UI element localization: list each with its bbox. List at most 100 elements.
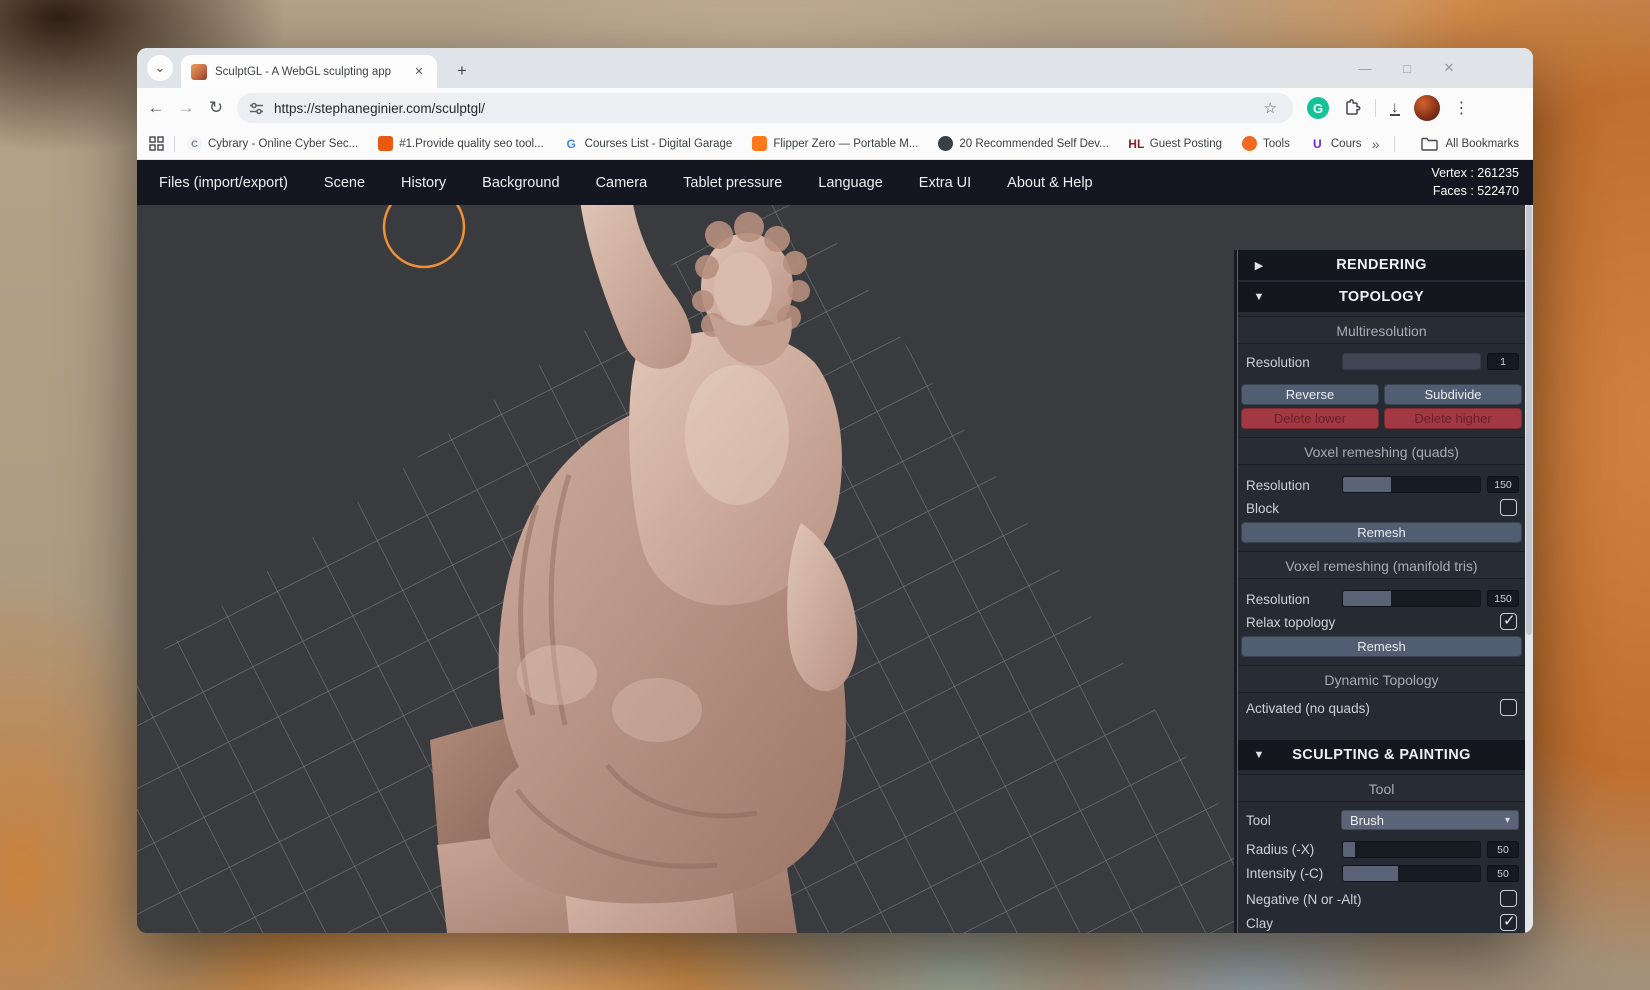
- voxel-tris-resolution-value: 150: [1487, 590, 1519, 607]
- back-icon[interactable]: ←: [141, 98, 171, 118]
- forward-icon[interactable]: →: [171, 98, 201, 118]
- bookmark-label: #1.Provide quality seo tool...: [399, 138, 543, 150]
- chevron-down-icon: ▾: [1505, 815, 1510, 826]
- bookmark-label: Guest Posting: [1150, 138, 1222, 150]
- activated-checkbox[interactable]: [1500, 699, 1517, 716]
- bookmarks-bar: C Cybrary - Online Cyber Sec... #1.Provi…: [137, 128, 1533, 160]
- profile-avatar[interactable]: [1414, 95, 1440, 121]
- subdivide-button[interactable]: Subdivide: [1384, 384, 1522, 405]
- site-settings-icon[interactable]: [249, 101, 264, 116]
- bookmark-item[interactable]: #1.Provide quality seo tool...: [378, 136, 543, 151]
- bookmarks-overflow-icon[interactable]: »: [1372, 136, 1380, 152]
- bookmark-item[interactable]: G Courses List - Digital Garage: [564, 136, 733, 151]
- menu-item[interactable]: Camera: [590, 171, 654, 195]
- grammarly-extension-icon[interactable]: G: [1307, 97, 1329, 119]
- page-scrollbar[interactable]: [1525, 205, 1533, 933]
- menu-item[interactable]: About & Help: [1001, 171, 1098, 195]
- topology-header[interactable]: ▼ TOPOLOGY: [1238, 282, 1525, 312]
- bookmark-label: Courses: [1331, 138, 1362, 150]
- browser-menu-icon[interactable]: ⋮: [1454, 98, 1470, 118]
- delete-lower-button[interactable]: Delete lower: [1241, 408, 1379, 429]
- new-tab-button[interactable]: +: [449, 58, 475, 84]
- tool-dropdown-value: Brush: [1350, 813, 1384, 828]
- tab-search-button[interactable]: ⌄: [147, 55, 173, 81]
- close-button[interactable]: ✕: [1441, 60, 1457, 76]
- minimize-button[interactable]: —: [1357, 61, 1373, 76]
- bookmark-favicon-icon: [938, 136, 953, 151]
- radius-value: 50: [1487, 841, 1519, 858]
- voxel-tris-resolution-slider[interactable]: [1342, 590, 1481, 607]
- negative-checkbox[interactable]: [1500, 890, 1517, 907]
- sculptgl-page: Files (import/export) Scene History Back…: [137, 160, 1533, 933]
- delete-higher-button[interactable]: Delete higher: [1384, 408, 1522, 429]
- bookmarks-separator: [174, 136, 175, 152]
- folder-icon: [1421, 137, 1438, 151]
- bookmark-star-icon[interactable]: ☆: [1264, 99, 1277, 117]
- app-menubar: Files (import/export) Scene History Back…: [137, 160, 1533, 205]
- multiresolution-subheader: Multiresolution: [1238, 316, 1525, 344]
- bookmark-item[interactable]: HL Guest Posting: [1129, 136, 1222, 151]
- expanded-arrow-icon: ▼: [1238, 749, 1280, 761]
- rendering-title: RENDERING: [1280, 257, 1483, 273]
- extensions-puzzle-icon[interactable]: [1343, 99, 1361, 117]
- voxel-tris-resolution-label: Resolution: [1246, 592, 1310, 607]
- multires-resolution-value: 1: [1487, 353, 1519, 370]
- bookmark-favicon-icon: [752, 136, 767, 151]
- block-checkbox[interactable]: [1500, 499, 1517, 516]
- bookmark-item[interactable]: Tools: [1242, 136, 1290, 151]
- negative-label: Negative (N or -Alt): [1246, 892, 1362, 907]
- reverse-button[interactable]: Reverse: [1241, 384, 1379, 405]
- all-bookmarks-button[interactable]: All Bookmarks: [1421, 137, 1520, 151]
- bookmark-label: Flipper Zero — Portable M...: [773, 138, 918, 150]
- desktop-wallpaper: ⌄ SculptGL - A WebGL sculpting app ✕ + —…: [0, 0, 1650, 990]
- apps-grid-icon[interactable]: [149, 136, 164, 151]
- menu-item[interactable]: Background: [476, 171, 565, 195]
- bookmarks-list: C Cybrary - Online Cyber Sec... #1.Provi…: [187, 136, 1362, 151]
- browser-toolbar: ← → ↻ ☆ G ↓ ⋮: [137, 88, 1533, 128]
- intensity-slider[interactable]: [1342, 865, 1481, 882]
- scrollbar-thumb[interactable]: [1526, 205, 1532, 635]
- mesh-stats: Vertex : 261235 Faces : 522470: [1431, 164, 1519, 200]
- tab-strip: ⌄ SculptGL - A WebGL sculpting app ✕ + —…: [137, 48, 1533, 88]
- menu-item[interactable]: Files (import/export): [153, 171, 294, 195]
- menu-item[interactable]: History: [395, 171, 452, 195]
- intensity-label: Intensity (-C): [1246, 866, 1323, 881]
- all-bookmarks-label: All Bookmarks: [1446, 138, 1520, 150]
- sculpt-viewport[interactable]: ▶ RENDERING ▼ TOPOLOGY Multiresolution R…: [137, 205, 1533, 933]
- voxel-quads-resolution-slider[interactable]: [1342, 476, 1481, 493]
- tool-label: Tool: [1246, 813, 1271, 828]
- multires-resolution-slider[interactable]: [1342, 353, 1481, 370]
- menu-item[interactable]: Extra UI: [913, 171, 977, 195]
- maximize-button[interactable]: □: [1399, 61, 1415, 76]
- multires-resolution-label: Resolution: [1246, 355, 1310, 370]
- intensity-value: 50: [1487, 865, 1519, 882]
- clay-checkbox[interactable]: [1500, 914, 1517, 931]
- bookmark-item[interactable]: U Courses: [1310, 136, 1362, 151]
- tab-favicon-icon: [191, 64, 207, 80]
- browser-tab[interactable]: SculptGL - A WebGL sculpting app ✕: [181, 55, 437, 88]
- remesh-quads-button[interactable]: Remesh: [1241, 522, 1522, 543]
- voxel-quads-subheader: Voxel remeshing (quads): [1238, 437, 1525, 465]
- reload-icon[interactable]: ↻: [201, 98, 231, 118]
- bookmark-item[interactable]: C Cybrary - Online Cyber Sec...: [187, 136, 358, 151]
- relax-topology-checkbox[interactable]: [1500, 613, 1517, 630]
- window-controls: — □ ✕: [1357, 48, 1457, 88]
- radius-slider[interactable]: [1342, 841, 1481, 858]
- tool-dropdown[interactable]: Brush ▾: [1341, 810, 1519, 830]
- menu-item[interactable]: Scene: [318, 171, 371, 195]
- bookmark-favicon-icon: G: [564, 136, 579, 151]
- url-input[interactable]: [274, 101, 1264, 116]
- expanded-arrow-icon: ▼: [1238, 291, 1280, 303]
- remesh-tris-button[interactable]: Remesh: [1241, 636, 1522, 657]
- menu-item[interactable]: Language: [812, 171, 889, 195]
- rendering-header[interactable]: ▶ RENDERING: [1238, 250, 1525, 280]
- bookmark-item[interactable]: 20 Recommended Self Dev...: [938, 136, 1108, 151]
- sculpting-header[interactable]: ▼ SCULPTING & PAINTING: [1238, 740, 1525, 770]
- tab-close-icon[interactable]: ✕: [411, 65, 427, 78]
- downloads-icon[interactable]: ↓: [1390, 101, 1400, 116]
- bookmark-item[interactable]: Flipper Zero — Portable M...: [752, 136, 918, 151]
- address-bar[interactable]: ☆: [237, 93, 1293, 123]
- bookmark-favicon-icon: HL: [1129, 136, 1144, 151]
- menu-item[interactable]: Tablet pressure: [677, 171, 788, 195]
- clay-label: Clay: [1246, 916, 1273, 931]
